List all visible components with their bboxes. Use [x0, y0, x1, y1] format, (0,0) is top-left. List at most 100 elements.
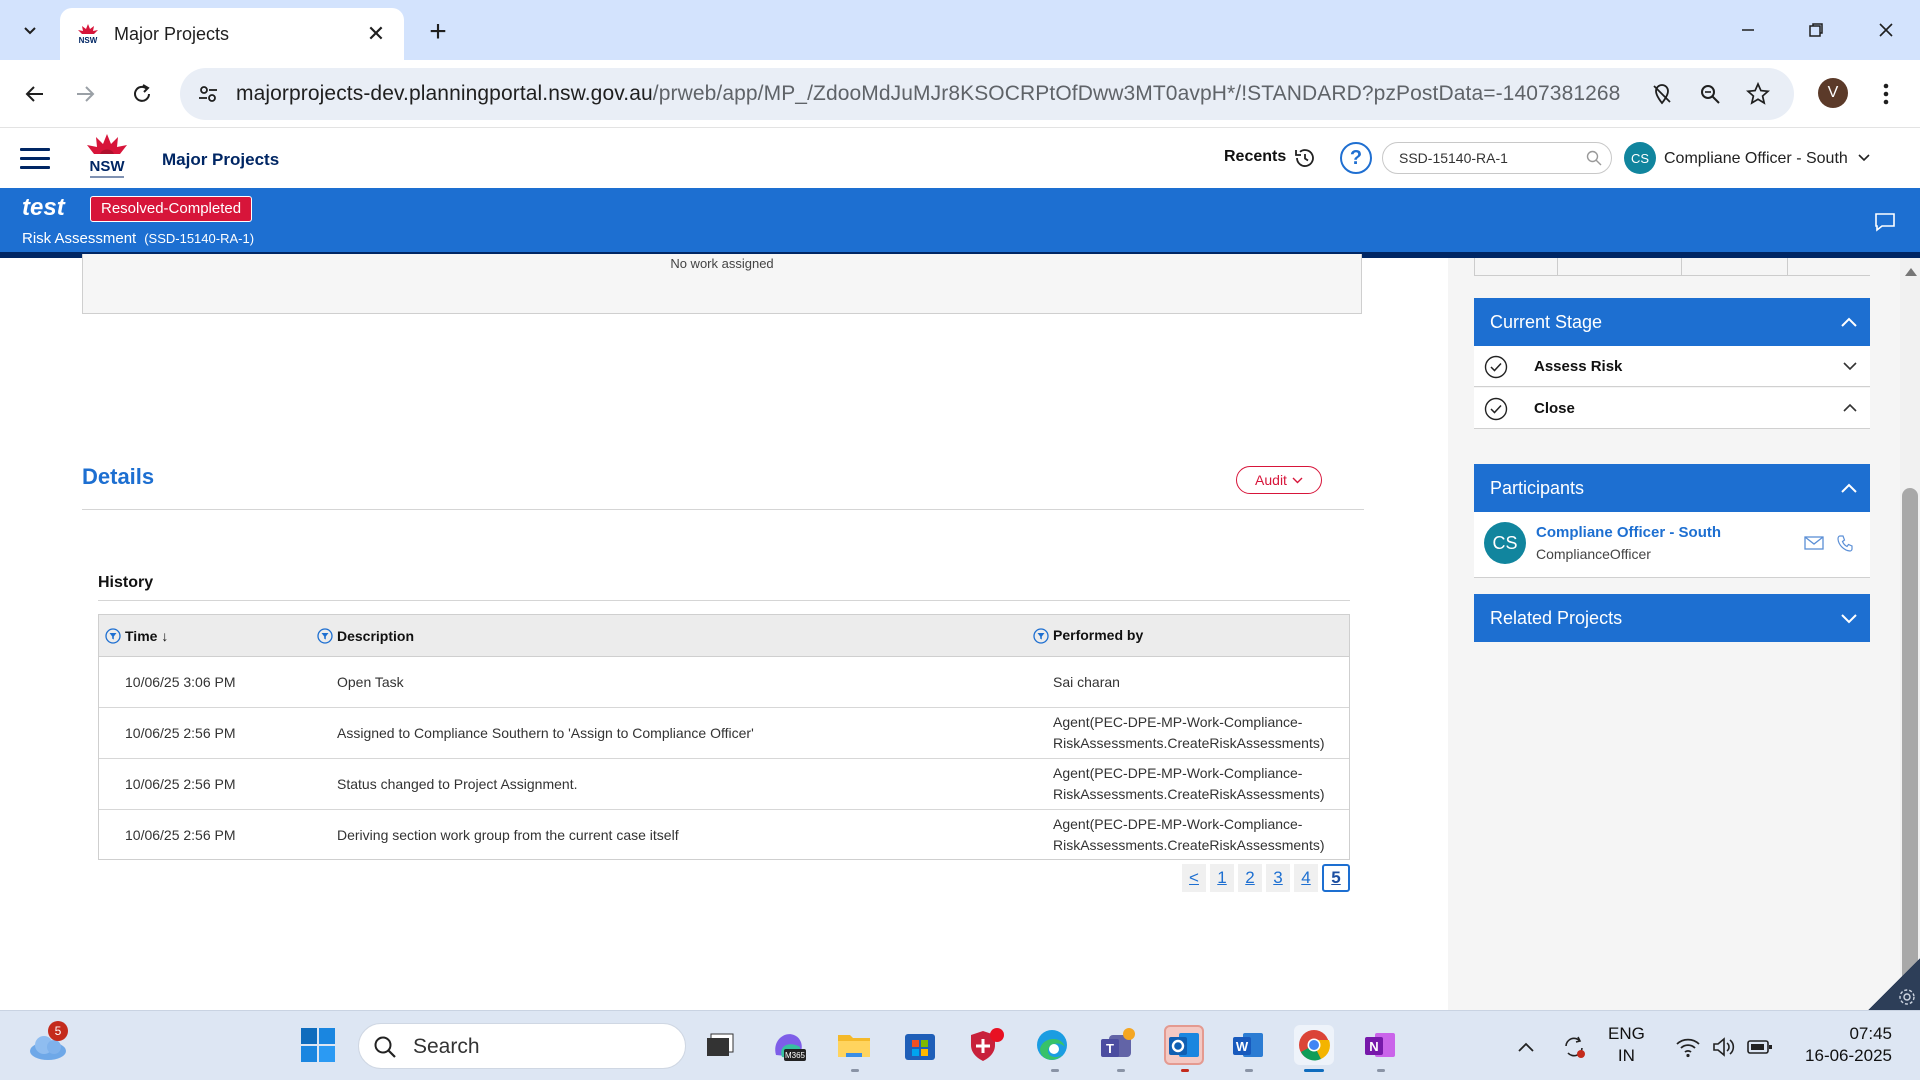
user-name[interactable]: Compliane Officer - South [1664, 150, 1848, 168]
filter-icon[interactable] [1033, 627, 1049, 644]
microsoft-365-icon[interactable]: M365 [768, 1025, 808, 1065]
close-window-icon[interactable] [1858, 10, 1914, 50]
cell-performed-by: Agent(PEC-DPE-MP-Work-Compliance- RiskAss… [1053, 714, 1325, 751]
hamburger-menu-icon[interactable] [20, 148, 50, 170]
microsoft-store-icon[interactable] [900, 1025, 940, 1065]
battery-icon[interactable] [1746, 1033, 1774, 1061]
location-blocked-icon[interactable] [1648, 80, 1676, 108]
phone-icon[interactable] [1836, 534, 1854, 552]
user-avatar[interactable]: CS [1624, 142, 1656, 174]
filter-icon[interactable] [317, 627, 333, 644]
participant-name-link[interactable]: Compliane Officer - South [1536, 524, 1721, 541]
filter-icon[interactable] [105, 627, 121, 644]
gear-icon[interactable] [1898, 988, 1916, 1006]
nsw-waratah-favicon-icon: NSW [76, 23, 100, 45]
forward-arrow-icon[interactable] [66, 74, 106, 114]
system-clock[interactable]: 07:45 16-06-2025 [1796, 1023, 1892, 1067]
pager-prev-button[interactable]: < [1182, 864, 1206, 892]
running-indicator [851, 1069, 859, 1072]
case-type: Risk Assessment [22, 230, 137, 247]
related-projects-header[interactable]: Related Projects [1474, 594, 1870, 642]
edge-browser-icon[interactable] [1032, 1025, 1072, 1065]
browser-menu-icon[interactable] [1874, 74, 1898, 114]
pager-page-2[interactable]: 2 [1238, 864, 1262, 892]
task-view-icon[interactable] [700, 1025, 740, 1065]
outlook-icon[interactable] [1164, 1025, 1204, 1065]
security-app-icon[interactable] [966, 1025, 1006, 1065]
cell-description: Status changed to Project Assignment. [337, 776, 578, 792]
pager-page-1[interactable]: 1 [1210, 864, 1234, 892]
check-circle-icon [1484, 397, 1508, 421]
column-header-time[interactable]: Time ↓ [105, 615, 168, 656]
pager-page-4[interactable]: 4 [1294, 864, 1318, 892]
browser-tab-strip: NSW Major Projects ✕ + [0, 0, 1920, 60]
running-indicator [1377, 1069, 1385, 1072]
new-tab-button[interactable]: + [420, 14, 456, 50]
chevron-down-icon[interactable] [1842, 360, 1858, 372]
tab-title: Major Projects [114, 23, 230, 44]
cell-performed-by: Agent(PEC-DPE-MP-Work-Compliance- RiskAss… [1053, 815, 1325, 853]
chrome-icon[interactable] [1294, 1025, 1334, 1065]
profile-avatar[interactable]: V [1818, 78, 1848, 108]
settings-corner[interactable] [1868, 958, 1920, 1010]
wifi-icon[interactable] [1674, 1033, 1702, 1061]
search-icon[interactable] [1586, 150, 1602, 166]
restore-window-icon[interactable] [1788, 10, 1844, 50]
cell-description: Open Task [337, 674, 404, 690]
recents-link[interactable]: Recents [1224, 148, 1286, 166]
onenote-icon[interactable]: N [1360, 1025, 1400, 1065]
history-icon[interactable] [1292, 146, 1316, 170]
chevron-up-icon[interactable] [1840, 316, 1858, 328]
nsw-government-logo[interactable]: NSW [84, 132, 130, 184]
email-icon[interactable] [1804, 536, 1824, 550]
column-header-performed-by[interactable]: Performed by [1033, 615, 1143, 656]
table-row: 10/06/25 2:56 PM Status changed to Proje… [99, 759, 1349, 810]
tab-search-dropdown-icon[interactable] [12, 14, 48, 46]
column-header-description[interactable]: Description [317, 615, 414, 656]
cell-performed-by: Sai charan [1053, 673, 1120, 690]
zoom-icon[interactable] [1696, 80, 1724, 108]
stage-item-assess-risk[interactable]: Assess Risk [1474, 346, 1870, 387]
help-icon[interactable]: ? [1340, 142, 1372, 174]
browser-tab-major-projects[interactable]: NSW Major Projects ✕ [60, 8, 404, 60]
running-indicator [1117, 1069, 1125, 1072]
volume-icon[interactable] [1710, 1033, 1738, 1061]
show-hidden-icons-icon[interactable] [1512, 1033, 1540, 1061]
chevron-down-icon[interactable] [1840, 612, 1858, 624]
site-settings-icon[interactable] [196, 82, 220, 106]
active-indicator [1304, 1069, 1324, 1072]
word-icon[interactable]: W [1228, 1025, 1268, 1065]
case-search-input[interactable] [1382, 142, 1612, 174]
stage-item-close[interactable]: Close [1474, 388, 1870, 429]
teams-icon[interactable]: T [1098, 1025, 1138, 1065]
chevron-up-icon[interactable] [1840, 482, 1858, 494]
pager-page-5[interactable]: 5 [1322, 864, 1350, 892]
bookmark-star-icon[interactable] [1744, 80, 1772, 108]
chat-icon[interactable] [1874, 212, 1896, 232]
chevron-down-icon[interactable] [1856, 150, 1872, 166]
sync-icon[interactable] [1560, 1033, 1588, 1061]
case-subtitle: Risk Assessment (SSD-15140-RA-1) [22, 230, 254, 247]
scrollbar-thumb[interactable] [1902, 488, 1918, 988]
running-indicator [1245, 1069, 1253, 1072]
back-arrow-icon[interactable] [14, 74, 54, 114]
scroll-up-arrow-icon[interactable] [1905, 268, 1917, 276]
input-language[interactable]: ENG IN [1608, 1023, 1645, 1067]
file-explorer-icon[interactable] [834, 1025, 874, 1065]
participants-header[interactable]: Participants [1474, 464, 1870, 512]
svg-text:T: T [1106, 1041, 1114, 1056]
minimize-icon[interactable] [1720, 10, 1776, 50]
page-scrollbar[interactable] [1900, 258, 1920, 1010]
reload-icon[interactable] [122, 74, 162, 114]
status-badge: Resolved-Completed [90, 196, 253, 222]
current-stage-header[interactable]: Current Stage [1474, 298, 1870, 346]
audit-button[interactable]: Audit [1236, 466, 1322, 494]
taskbar-search-box[interactable]: Search [358, 1023, 686, 1069]
close-tab-icon[interactable]: ✕ [364, 21, 388, 46]
app-title[interactable]: Major Projects [162, 150, 279, 170]
participant-role: ComplianceOfficer [1536, 546, 1651, 562]
pager-page-3[interactable]: 3 [1266, 864, 1290, 892]
chevron-up-icon[interactable] [1842, 402, 1858, 414]
address-bar[interactable]: majorprojects-dev.planningportal.nsw.gov… [180, 68, 1794, 120]
windows-start-icon[interactable] [298, 1025, 338, 1065]
